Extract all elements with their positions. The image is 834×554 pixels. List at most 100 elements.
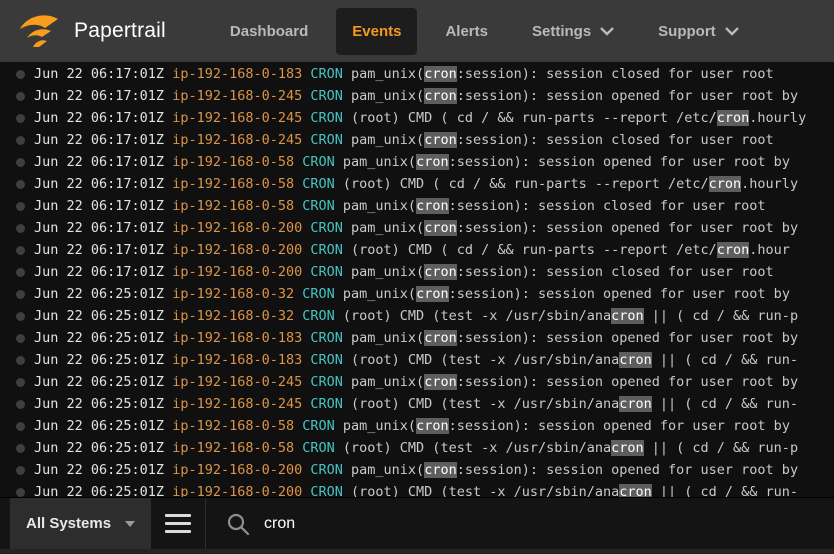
log-row[interactable]: Jun 22 06:25:01Z ip-192-168-0-245 CRON (… bbox=[0, 393, 834, 415]
event-program[interactable]: CRON bbox=[302, 198, 335, 214]
event-host[interactable]: ip-192-168-0-183 bbox=[172, 330, 302, 346]
event-program[interactable]: CRON bbox=[310, 132, 343, 148]
nav-support[interactable]: Support bbox=[642, 8, 755, 55]
log-row-text: Jun 22 06:25:01Z ip-192-168-0-32 CRON (r… bbox=[34, 305, 798, 327]
event-host[interactable]: ip-192-168-0-200 bbox=[172, 462, 302, 478]
log-row[interactable]: Jun 22 06:25:01Z ip-192-168-0-32 CRON pa… bbox=[0, 283, 834, 305]
event-timestamp: Jun 22 06:17:01Z bbox=[34, 88, 165, 104]
log-row[interactable]: Jun 22 06:17:01Z ip-192-168-0-245 CRON p… bbox=[0, 85, 834, 107]
event-bullet-icon bbox=[16, 113, 25, 123]
event-bullet-icon bbox=[16, 267, 25, 277]
search-match-highlight: cron bbox=[619, 484, 652, 497]
search-match-highlight: cron bbox=[716, 242, 750, 258]
event-host[interactable]: ip-192-168-0-245 bbox=[172, 374, 302, 390]
event-host[interactable]: ip-192-168-0-32 bbox=[172, 286, 294, 302]
log-row[interactable]: Jun 22 06:25:01Z ip-192-168-0-183 CRON (… bbox=[0, 349, 834, 371]
log-row-text: Jun 22 06:25:01Z ip-192-168-0-183 CRON p… bbox=[34, 327, 798, 349]
event-host[interactable]: ip-192-168-0-183 bbox=[172, 352, 302, 368]
log-row-text: Jun 22 06:17:01Z ip-192-168-0-245 CRON p… bbox=[34, 129, 774, 151]
event-program[interactable]: CRON bbox=[310, 484, 343, 497]
menu-button[interactable] bbox=[151, 498, 205, 549]
event-host[interactable]: ip-192-168-0-58 bbox=[172, 176, 294, 192]
event-program[interactable]: CRON bbox=[302, 308, 335, 324]
event-program[interactable]: CRON bbox=[310, 264, 343, 280]
event-program[interactable]: CRON bbox=[302, 176, 335, 192]
nav-settings[interactable]: Settings bbox=[516, 8, 630, 55]
event-program[interactable]: CRON bbox=[310, 352, 343, 368]
log-row[interactable]: Jun 22 06:17:01Z ip-192-168-0-245 CRON p… bbox=[0, 129, 834, 151]
event-program[interactable]: CRON bbox=[310, 110, 343, 126]
log-row[interactable]: Jun 22 06:17:01Z ip-192-168-0-58 CRON pa… bbox=[0, 151, 834, 173]
nav-alerts-label: Alerts bbox=[445, 22, 488, 40]
event-program[interactable]: CRON bbox=[310, 374, 343, 390]
event-bullet-icon bbox=[16, 157, 25, 167]
event-host[interactable]: ip-192-168-0-200 bbox=[172, 264, 302, 280]
event-program[interactable]: CRON bbox=[302, 440, 335, 456]
event-host[interactable]: ip-192-168-0-58 bbox=[172, 154, 294, 170]
log-row[interactable]: Jun 22 06:17:01Z ip-192-168-0-200 CRON (… bbox=[0, 239, 834, 261]
event-program[interactable]: CRON bbox=[310, 66, 343, 82]
log-row[interactable]: Jun 22 06:25:01Z ip-192-168-0-200 CRON (… bbox=[0, 481, 834, 497]
bottom-bar: All Systems bbox=[0, 497, 834, 554]
log-row[interactable]: Jun 22 06:17:01Z ip-192-168-0-58 CRON pa… bbox=[0, 195, 834, 217]
event-program[interactable]: CRON bbox=[302, 154, 335, 170]
log-row[interactable]: Jun 22 06:25:01Z ip-192-168-0-200 CRON p… bbox=[0, 459, 834, 481]
solarwinds-logo-icon[interactable] bbox=[18, 11, 60, 51]
event-program[interactable]: CRON bbox=[310, 242, 343, 258]
event-host[interactable]: ip-192-168-0-58 bbox=[172, 440, 294, 456]
event-bullet-icon bbox=[16, 311, 25, 321]
event-bullet-icon bbox=[16, 487, 25, 497]
search-match-highlight: cron bbox=[424, 88, 457, 104]
log-row[interactable]: Jun 22 06:17:01Z ip-192-168-0-200 CRON p… bbox=[0, 217, 834, 239]
event-program[interactable]: CRON bbox=[310, 462, 343, 478]
event-host[interactable]: ip-192-168-0-32 bbox=[172, 308, 294, 324]
nav-events[interactable]: Events bbox=[336, 7, 418, 55]
log-row[interactable]: Jun 22 06:25:01Z ip-192-168-0-183 CRON p… bbox=[0, 327, 834, 349]
log-row-text: Jun 22 06:25:01Z ip-192-168-0-245 CRON (… bbox=[34, 393, 798, 415]
search-match-highlight: cron bbox=[424, 462, 457, 478]
nav-dashboard[interactable]: Dashboard bbox=[214, 8, 324, 55]
event-message: pam_unix(cron:session): session opened f… bbox=[351, 374, 799, 390]
event-host[interactable]: ip-192-168-0-245 bbox=[172, 396, 302, 412]
event-program[interactable]: CRON bbox=[310, 396, 343, 412]
event-host[interactable]: ip-192-168-0-58 bbox=[172, 418, 294, 434]
event-message: pam_unix(cron:session): session opened f… bbox=[351, 330, 799, 346]
event-program[interactable]: CRON bbox=[302, 286, 335, 302]
log-row[interactable]: Jun 22 06:17:01Z ip-192-168-0-58 CRON (r… bbox=[0, 173, 834, 195]
event-host[interactable]: ip-192-168-0-58 bbox=[172, 198, 294, 214]
event-host[interactable]: ip-192-168-0-200 bbox=[172, 220, 302, 236]
event-host[interactable]: ip-192-168-0-245 bbox=[172, 110, 302, 126]
event-host[interactable]: ip-192-168-0-200 bbox=[172, 484, 302, 497]
search-area bbox=[206, 498, 834, 554]
event-bullet-icon bbox=[16, 399, 25, 409]
log-row[interactable]: Jun 22 06:25:01Z ip-192-168-0-58 CRON pa… bbox=[0, 415, 834, 437]
event-timestamp: Jun 22 06:25:01Z bbox=[34, 308, 165, 324]
log-row[interactable]: Jun 22 06:25:01Z ip-192-168-0-245 CRON p… bbox=[0, 371, 834, 393]
event-host[interactable]: ip-192-168-0-200 bbox=[172, 242, 302, 258]
event-host[interactable]: ip-192-168-0-245 bbox=[172, 88, 302, 104]
log-row[interactable]: Jun 22 06:17:01Z ip-192-168-0-183 CRON p… bbox=[0, 63, 834, 85]
log-row[interactable]: Jun 22 06:17:01Z ip-192-168-0-245 CRON (… bbox=[0, 107, 834, 129]
event-message: (root) CMD ( cd / && run-parts --report … bbox=[351, 242, 790, 258]
event-host[interactable]: ip-192-168-0-183 bbox=[172, 66, 302, 82]
event-program[interactable]: CRON bbox=[302, 418, 335, 434]
log-row[interactable]: Jun 22 06:25:01Z ip-192-168-0-58 CRON (r… bbox=[0, 437, 834, 459]
event-timestamp: Jun 22 06:17:01Z bbox=[34, 110, 165, 126]
event-program[interactable]: CRON bbox=[310, 88, 343, 104]
nav-alerts[interactable]: Alerts bbox=[429, 8, 504, 55]
main-nav: Dashboard Events Alerts Settings Support bbox=[214, 0, 767, 62]
event-message: pam_unix(cron:session): session closed f… bbox=[351, 66, 774, 82]
search-input[interactable] bbox=[264, 514, 834, 533]
log-row[interactable]: Jun 22 06:25:01Z ip-192-168-0-32 CRON (r… bbox=[0, 305, 834, 327]
search-match-highlight: cron bbox=[424, 132, 457, 148]
search-match-highlight: cron bbox=[611, 308, 644, 324]
event-host[interactable]: ip-192-168-0-245 bbox=[172, 132, 302, 148]
event-program[interactable]: CRON bbox=[310, 220, 343, 236]
log-row-text: Jun 22 06:17:01Z ip-192-168-0-200 CRON p… bbox=[34, 261, 774, 283]
search-match-highlight: cron bbox=[619, 396, 652, 412]
log-row[interactable]: Jun 22 06:17:01Z ip-192-168-0-200 CRON p… bbox=[0, 261, 834, 283]
event-program[interactable]: CRON bbox=[310, 330, 343, 346]
systems-selector[interactable]: All Systems bbox=[10, 498, 152, 549]
log-row-text: Jun 22 06:17:01Z ip-192-168-0-200 CRON p… bbox=[34, 217, 798, 239]
event-bullet-icon bbox=[16, 421, 25, 431]
